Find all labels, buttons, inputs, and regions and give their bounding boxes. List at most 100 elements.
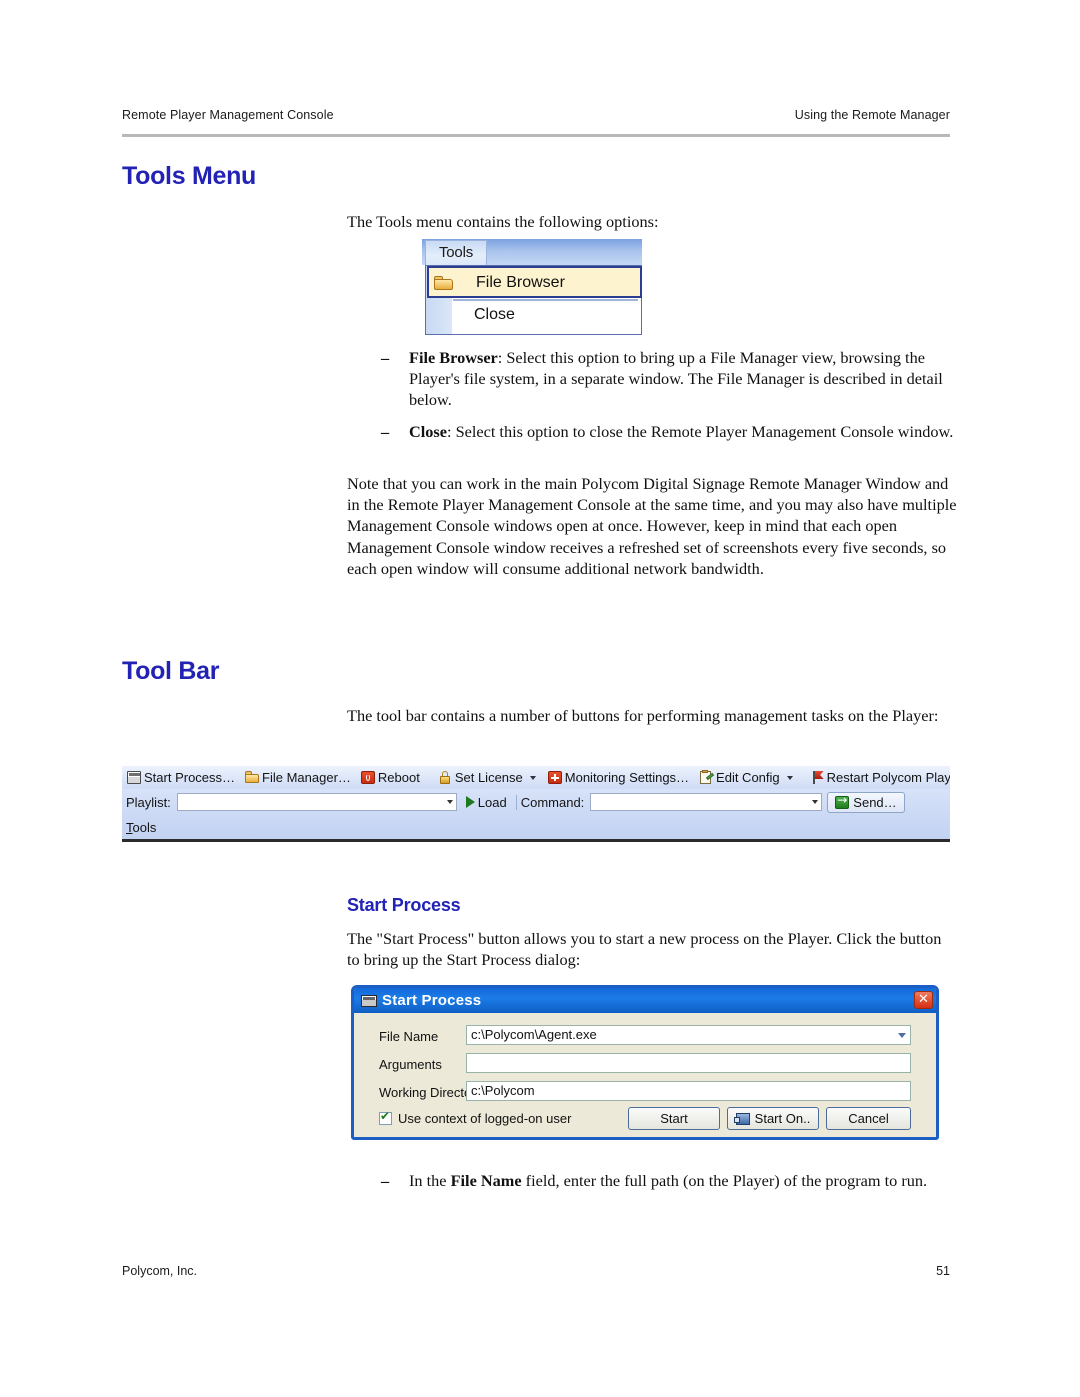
start-on-button[interactable]: Start On.. [727,1107,819,1130]
arguments-label-wrap: Arguments [379,1057,442,1072]
list-item: – File Browser: Select this option to br… [347,347,959,411]
file-name-value: c:\Polycom\Agent.exe [471,1027,597,1042]
file-manager-button[interactable]: File Manager… [240,767,356,788]
menu-tab-tools[interactable]: Tools [425,240,487,265]
reboot-button-label: Reboot [377,770,420,785]
file-name-label: File Name [379,1029,439,1044]
use-context-checkbox[interactable]: Use context of logged-on user [379,1109,572,1126]
list-item: – In the File Name field, enter the full… [347,1170,959,1191]
page-footer: Polycom, Inc. 51 [122,1264,950,1278]
page-title-start-process: Start Process [347,895,461,915]
header-left-text: Remote Player Management Console [122,108,334,122]
set-license-button-label: Set License [454,770,523,785]
window-icon [361,994,377,1007]
folder-icon [434,276,454,290]
command-label: Command: [520,794,585,810]
health-icon [547,771,562,784]
page-title-tool-bar: Tool Bar [122,657,220,685]
send-icon [835,793,850,809]
start-button[interactable]: Start [628,1107,720,1130]
chevron-down-icon[interactable] [898,1033,906,1038]
list-item-prefix: In the [409,1171,451,1190]
start-button-label: Start [660,1111,688,1126]
config-icon [699,770,715,784]
cancel-button[interactable]: Cancel [826,1107,911,1130]
use-context-checkbox-label: Use context of logged-on user [398,1111,572,1126]
dash-bullet: – [381,422,390,441]
reboot-button[interactable]: Reboot [356,767,425,788]
start-on-button-label: Start On.. [754,1111,811,1126]
chevron-down-icon[interactable] [812,800,819,804]
list-item: – Close: Select this option to close the… [347,421,959,442]
menu-dropdown-panel: File Browser Close [425,265,642,335]
play-icon [465,796,475,808]
list-item-term: File Browser [409,348,498,367]
lock-icon [438,771,452,784]
dialog-body: File Name c:\Polycom\Agent.exe Arguments… [354,1013,936,1137]
menu-item-close-label: Close [474,306,515,323]
list-item-term: File Name [450,1171,522,1190]
toolbar-menu-row: Tools [122,815,950,839]
folder-icon [245,771,260,784]
chevron-down-icon[interactable] [786,775,793,780]
cancel-button-label: Cancel [848,1111,889,1126]
chevron-down-icon[interactable] [529,775,536,780]
list-item-text: field, enter the full path (on the Playe… [521,1171,928,1190]
load-button[interactable]: Load [461,792,512,813]
command-combo[interactable] [590,793,823,811]
menu-item-close[interactable]: Close [427,300,642,332]
playlist-label: Playlist: [126,794,171,810]
header-divider [122,134,950,137]
monitoring-settings-button[interactable]: Monitoring Settings… [543,767,694,788]
tools-menu-note-paragraph: Note that you can work in the main Polyc… [347,474,957,578]
working-directory-field[interactable]: c:\Polycom [466,1081,911,1101]
restart-polycom-player-button-label: Restart Polycom Player [826,770,950,785]
footer-page-number: 51 [936,1264,950,1278]
document-page: Remote Player Management Console Using t… [0,0,1080,1397]
edit-config-button-label: Edit Config [716,770,780,785]
toolbar-fields-row: Playlist: Load Command: Send… [122,789,950,815]
chevron-down-icon[interactable] [446,800,453,804]
menu-bar-item-tools-rest: ools [132,819,157,835]
running-header: Remote Player Management Console Using t… [122,108,950,122]
dialog-title-text: Start Process [382,992,482,1009]
dialog-title-bar: Start Process [354,988,936,1013]
start-process-dialog-screenshot: Start Process ✕ File Name c:\Polycom\Age… [351,985,939,1140]
tools-menu-screenshot: Tools File Browser Close [422,239,642,335]
toolbar-buttons-row: Start Process… File Manager… Reboot Set … [122,766,950,789]
monitoring-settings-button-label: Monitoring Settings… [564,770,690,785]
edit-config-button[interactable]: Edit Config [694,767,800,788]
file-name-field[interactable]: c:\Polycom\Agent.exe [466,1025,911,1045]
start-process-button-label: Start Process… [144,770,236,785]
dash-bullet: – [381,1171,390,1190]
close-icon[interactable]: ✕ [914,991,933,1009]
dash-bullet: – [381,348,390,367]
arguments-field[interactable] [466,1053,911,1073]
reboot-icon [360,771,375,784]
menu-bar-item-tools[interactable]: Tools [122,820,156,835]
page-title-tools-menu: Tools Menu [122,162,257,190]
list-item-text: : Select this option to close the Remote… [446,422,954,441]
send-button[interactable]: Send… [827,791,905,813]
arguments-label: Arguments [379,1057,442,1072]
load-button-label: Load [477,794,507,810]
working-directory-value: c:\Polycom [471,1083,535,1098]
start-process-button[interactable]: Start Process… [122,767,240,788]
flag-icon [812,771,824,784]
send-button-label: Send… [853,794,897,810]
set-license-button[interactable]: Set License [433,767,543,788]
playlist-combo[interactable] [176,793,457,811]
menu-item-file-browser-label: File Browser [476,274,565,291]
tool-bar-intro-paragraph: The tool bar contains a number of button… [347,706,939,725]
menu-item-file-browser[interactable]: File Browser [427,266,642,298]
monitor-icon [733,1112,750,1125]
restart-polycom-player-button[interactable]: Restart Polycom Player [808,767,950,788]
checkbox-icon[interactable] [379,1109,392,1125]
list-item-term: Close [409,422,447,441]
file-name-label-wrap: File Name [379,1029,438,1044]
toolbar-separator [515,794,517,810]
header-right-text: Using the Remote Manager [794,108,950,122]
tools-menu-intro-paragraph: The Tools menu contains the following op… [347,212,659,231]
file-manager-button-label: File Manager… [262,770,351,785]
window-icon [127,771,141,784]
